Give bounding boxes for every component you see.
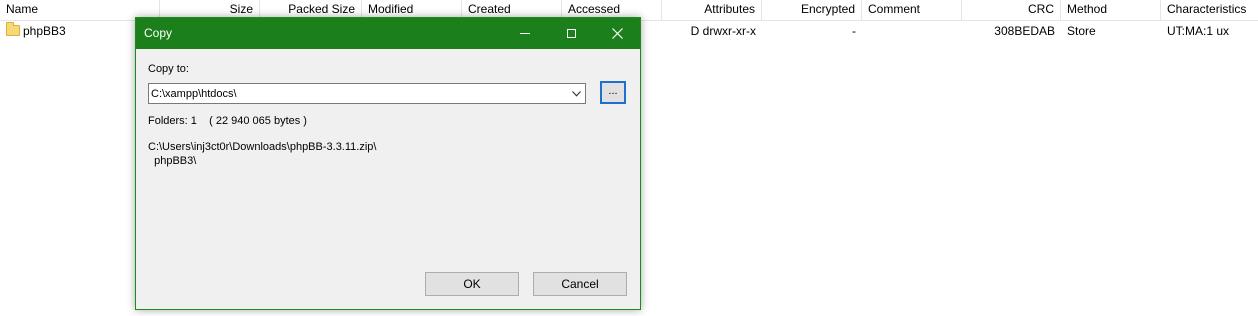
- source-path: C:\Users\inj3ct0r\Downloads\phpBB-3.3.11…: [148, 141, 377, 153]
- item-crc: 308BEDAB: [994, 24, 1055, 38]
- copy-to-label: Copy to:: [148, 63, 189, 75]
- column-header-characteristics[interactable]: Characteristics: [1161, 0, 1258, 20]
- chevron-down-icon: [572, 90, 581, 97]
- column-header-attributes[interactable]: Attributes: [662, 0, 762, 20]
- column-header-encrypted[interactable]: Encrypted: [762, 0, 862, 20]
- ok-button[interactable]: OK: [425, 272, 519, 296]
- item-encrypted: -: [852, 24, 856, 38]
- minimize-button[interactable]: [502, 18, 548, 49]
- item-method: Store: [1067, 24, 1096, 38]
- browse-button[interactable]: ...: [600, 81, 626, 104]
- destination-combobox[interactable]: [148, 83, 586, 104]
- column-header-method[interactable]: Method: [1061, 0, 1161, 20]
- dropdown-button[interactable]: [568, 84, 585, 103]
- maximize-icon: [566, 29, 576, 38]
- destination-input[interactable]: [151, 84, 561, 103]
- maximize-button[interactable]: [548, 18, 594, 49]
- close-icon: [611, 28, 623, 39]
- column-header-comment[interactable]: Comment: [862, 0, 962, 20]
- close-button[interactable]: [594, 18, 640, 49]
- item-characteristics: UT:MA:1 ux: [1167, 24, 1230, 38]
- dialog-title: Copy: [144, 26, 173, 40]
- item-attributes: D drwxr-xr-x: [690, 24, 756, 38]
- copy-dialog: Copy Copy to: ... Folders: 1 ( 22 940 06…: [135, 17, 641, 310]
- source-item: phpBB3\: [148, 155, 197, 167]
- column-header-crc[interactable]: CRC: [962, 0, 1061, 20]
- minimize-icon: [520, 33, 530, 34]
- cancel-button[interactable]: Cancel: [533, 272, 627, 296]
- dialog-titlebar[interactable]: Copy: [136, 18, 640, 49]
- folders-info: Folders: 1 ( 22 940 065 bytes ): [148, 115, 307, 127]
